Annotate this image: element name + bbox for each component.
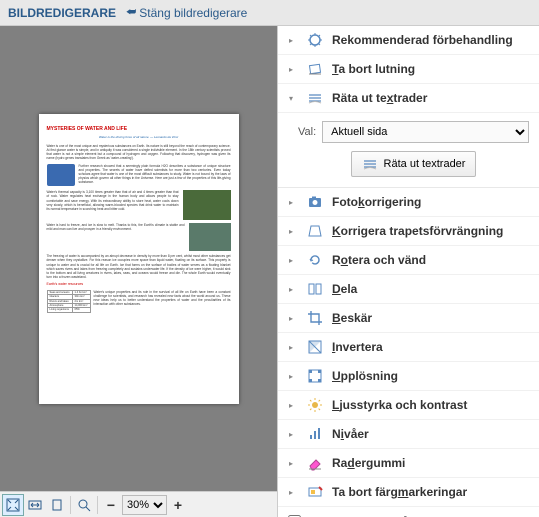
tool-label: Beskär	[332, 311, 372, 325]
straighten-icon	[362, 156, 378, 172]
tool-label: Rekommenderad förbehandling	[332, 33, 513, 47]
expand-handle-icon: ▸	[284, 65, 298, 74]
straighten-apply-button[interactable]: Räta ut textrader	[351, 151, 477, 177]
back-arrow-icon: ⮨	[126, 6, 136, 19]
expand-handle-icon: ▸	[284, 227, 298, 236]
recommended-icon	[306, 31, 324, 49]
expand-handle-icon: ▾	[284, 94, 298, 103]
tool-label: Rotera och vänd	[332, 253, 426, 267]
photo-icon	[306, 193, 324, 211]
selection-label: Val:	[298, 126, 316, 138]
tool-photo[interactable]: ▸ Fotokorrigering	[278, 188, 539, 217]
tool-label: Räta ut textrader	[332, 91, 427, 105]
tool-crop[interactable]: ▸ Beskär	[278, 304, 539, 333]
straighten-icon	[306, 89, 324, 107]
expand-handle-icon: ▸	[284, 36, 298, 45]
tool-eraser[interactable]: ▸ Radergummi	[278, 449, 539, 478]
expand-handle-icon: ▸	[284, 343, 298, 352]
expand-handle-icon: ▸	[284, 372, 298, 381]
tool-rotate[interactable]: ▸ Rotera och vänd	[278, 246, 539, 275]
zoom-to-selection-icon[interactable]	[73, 494, 95, 516]
split-icon	[306, 280, 324, 298]
tool-invert[interactable]: ▸ Invertera	[278, 333, 539, 362]
tools-sidebar: ▸ Rekommenderad förbehandling ▸ Ta bort lut…	[278, 26, 539, 517]
fit-width-icon[interactable]	[24, 494, 46, 516]
resolution-icon	[306, 367, 324, 385]
expand-handle-icon: ▸	[284, 256, 298, 265]
tool-label: Nivåer	[332, 427, 369, 441]
page-select[interactable]: Aktuell sida	[322, 121, 529, 143]
preview-panel: MYSTERIES OF WATER AND LIFE Water is the…	[0, 26, 278, 517]
app-title: BILDREDIGERARE	[8, 6, 116, 20]
straighten-apply-label: Räta ut textrader	[384, 158, 466, 170]
zoom-toolbar: − 30% +	[0, 491, 277, 517]
tool-label: Dela	[332, 282, 357, 296]
actual-size-icon[interactable]	[46, 494, 68, 516]
expand-handle-icon: ▸	[284, 430, 298, 439]
zoom-in-button[interactable]: +	[167, 494, 189, 516]
crop-icon	[306, 309, 324, 327]
fit-page-icon[interactable]	[2, 494, 24, 516]
expand-handle-icon: ▸	[284, 285, 298, 294]
tool-split[interactable]: ▸ Dela	[278, 275, 539, 304]
expand-handle-icon: ▸	[284, 401, 298, 410]
expand-handle-icon: ▸	[284, 198, 298, 207]
brightness-icon	[306, 396, 324, 414]
expand-handle-icon: ▸	[284, 488, 298, 497]
document-thumbnail: MYSTERIES OF WATER AND LIFE Water is the…	[39, 114, 239, 404]
tool-label: Fotokorrigering	[332, 195, 421, 209]
tool-label: Korrigera trapetsförvrängning	[332, 224, 503, 238]
trapezoid-icon	[306, 222, 324, 240]
tool-label: Ta bort lutning	[332, 62, 415, 76]
expand-handle-icon: ▸	[284, 459, 298, 468]
removecolor-icon	[306, 483, 324, 501]
preview-canvas[interactable]: MYSTERIES OF WATER AND LIFE Water is the…	[0, 26, 277, 491]
tool-trapezoid[interactable]: ▸ Korrigera trapetsförvrängning	[278, 217, 539, 246]
tool-recommended[interactable]: ▸ Rekommenderad förbehandling	[278, 26, 539, 55]
tool-brightness[interactable]: ▸ Ljusstyrka och kontrast	[278, 391, 539, 420]
levels-icon	[306, 425, 324, 443]
rotate-icon	[306, 251, 324, 269]
zoom-select[interactable]: 30%	[122, 495, 167, 515]
tool-resolution[interactable]: ▸ Upplösning	[278, 362, 539, 391]
expand-handle-icon: ▸	[284, 314, 298, 323]
tool-label: Radergummi	[332, 456, 405, 470]
straighten-panel: Val: Aktuell sida Räta ut textrader	[278, 113, 539, 188]
tool-label: Ljusstyrka och kontrast	[332, 398, 467, 412]
close-editor-label: Stäng bildredigerare	[139, 6, 247, 20]
tool-label: Invertera	[332, 340, 383, 354]
tool-straighten[interactable]: ▾ Räta ut textrader	[278, 84, 539, 113]
tool-deskew[interactable]: ▸ Ta bort lutning	[278, 55, 539, 84]
invert-icon	[306, 338, 324, 356]
tool-label: Upplösning	[332, 369, 398, 383]
tool-levels[interactable]: ▸ Nivåer	[278, 420, 539, 449]
eraser-icon	[306, 454, 324, 472]
tool-label: Ta bort färgmarkeringar	[332, 485, 467, 499]
zoom-out-button[interactable]: −	[100, 494, 122, 516]
close-editor-button[interactable]: ⮨ Stäng bildredigerare	[126, 6, 247, 20]
tool-removecolor[interactable]: ▸ Ta bort färgmarkeringar	[278, 478, 539, 507]
deskew-icon	[306, 60, 324, 78]
